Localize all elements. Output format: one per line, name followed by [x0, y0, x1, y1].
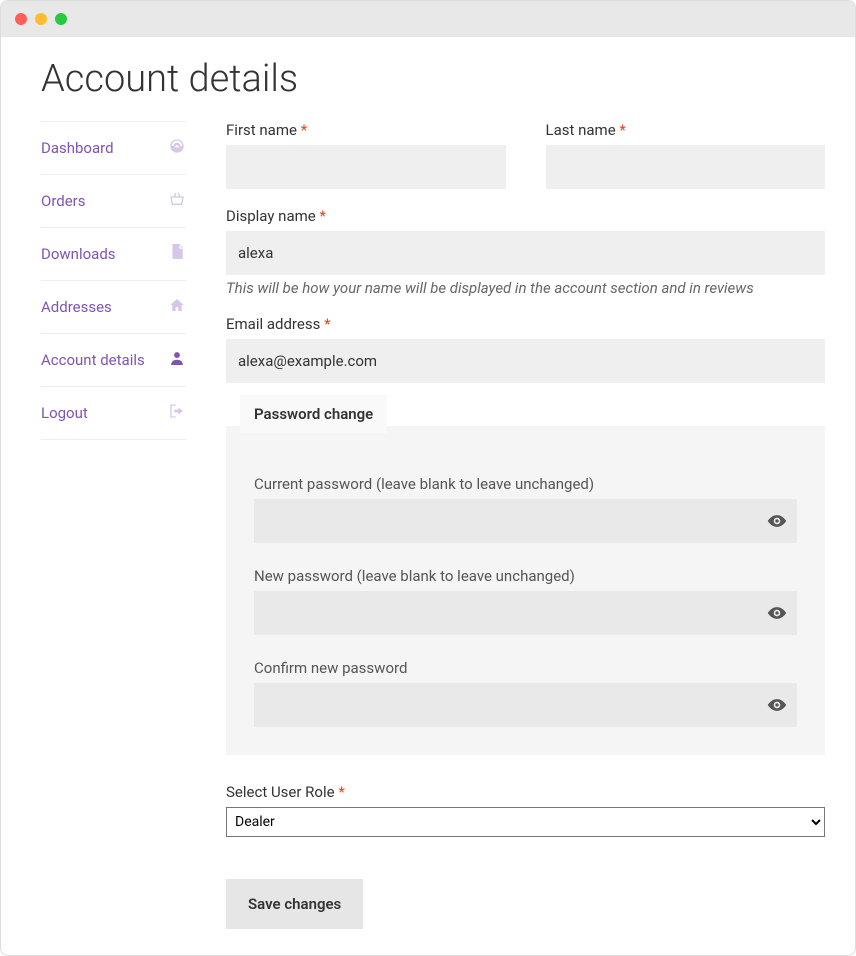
current-password-group: Current password (leave blank to leave u… — [254, 475, 797, 543]
sidebar-item-account-details[interactable]: Account details — [41, 334, 186, 387]
user-role-select[interactable]: Dealer — [226, 807, 825, 837]
current-password-input[interactable] — [254, 499, 797, 543]
sidebar-item-label: Account details — [41, 351, 145, 369]
new-password-group: New password (leave blank to leave uncha… — [254, 567, 797, 635]
display-name-label: Display name * — [226, 207, 825, 225]
window-maximize-button[interactable] — [55, 13, 67, 25]
home-icon — [168, 297, 186, 317]
eye-icon[interactable] — [767, 695, 787, 715]
sidebar-item-label: Orders — [41, 192, 86, 210]
user-role-label: Select User Role * — [226, 783, 825, 801]
confirm-password-group: Confirm new password — [254, 659, 797, 727]
first-name-input[interactable] — [226, 145, 506, 189]
save-changes-button[interactable]: Save changes — [226, 879, 363, 929]
sidebar-item-addresses[interactable]: Addresses — [41, 281, 186, 334]
sidebar-item-dashboard[interactable]: Dashboard — [41, 121, 186, 175]
basket-icon — [168, 191, 186, 211]
layout: Dashboard Orders Downloads — [41, 121, 825, 929]
email-input[interactable] — [226, 339, 825, 383]
confirm-password-input[interactable] — [254, 683, 797, 727]
sidebar-item-label: Addresses — [41, 298, 112, 316]
sidebar-item-label: Dashboard — [41, 139, 114, 157]
password-change-legend: Password change — [240, 395, 387, 433]
sidebar: Dashboard Orders Downloads — [41, 121, 186, 929]
sidebar-item-downloads[interactable]: Downloads — [41, 228, 186, 281]
sidebar-item-logout[interactable]: Logout — [41, 387, 186, 440]
current-password-label: Current password (leave blank to leave u… — [254, 475, 797, 493]
eye-icon[interactable] — [767, 511, 787, 531]
user-role-field-group: Select User Role * Dealer — [226, 783, 825, 837]
file-icon — [168, 244, 186, 264]
new-password-input[interactable] — [254, 591, 797, 635]
first-name-label: First name * — [226, 121, 506, 139]
user-icon — [168, 350, 186, 370]
confirm-password-label: Confirm new password — [254, 659, 797, 677]
dashboard-icon — [168, 138, 186, 158]
new-password-label: New password (leave blank to leave uncha… — [254, 567, 797, 585]
display-name-hint: This will be how your name will be displ… — [226, 279, 825, 297]
password-change-section: Password change Current password (leave … — [226, 407, 825, 755]
display-name-field-group: Display name * This will be how your nam… — [226, 207, 825, 297]
last-name-input[interactable] — [546, 145, 826, 189]
sidebar-item-label: Logout — [41, 404, 88, 422]
content: Account details Dashboard Orders Downloa… — [1, 37, 855, 956]
sidebar-item-orders[interactable]: Orders — [41, 175, 186, 228]
email-field-group: Email address * — [226, 315, 825, 383]
sidebar-item-label: Downloads — [41, 245, 116, 263]
titlebar — [1, 1, 855, 37]
first-name-field-group: First name * — [226, 121, 506, 189]
app-window: Account details Dashboard Orders Downloa… — [0, 0, 856, 956]
last-name-field-group: Last name * — [546, 121, 826, 189]
display-name-input[interactable] — [226, 231, 825, 275]
signout-icon — [168, 403, 186, 423]
window-close-button[interactable] — [15, 13, 27, 25]
last-name-label: Last name * — [546, 121, 826, 139]
main-form: First name * Last name * Display name * … — [226, 121, 825, 929]
email-label: Email address * — [226, 315, 825, 333]
window-minimize-button[interactable] — [35, 13, 47, 25]
eye-icon[interactable] — [767, 603, 787, 623]
page-title: Account details — [41, 57, 825, 101]
